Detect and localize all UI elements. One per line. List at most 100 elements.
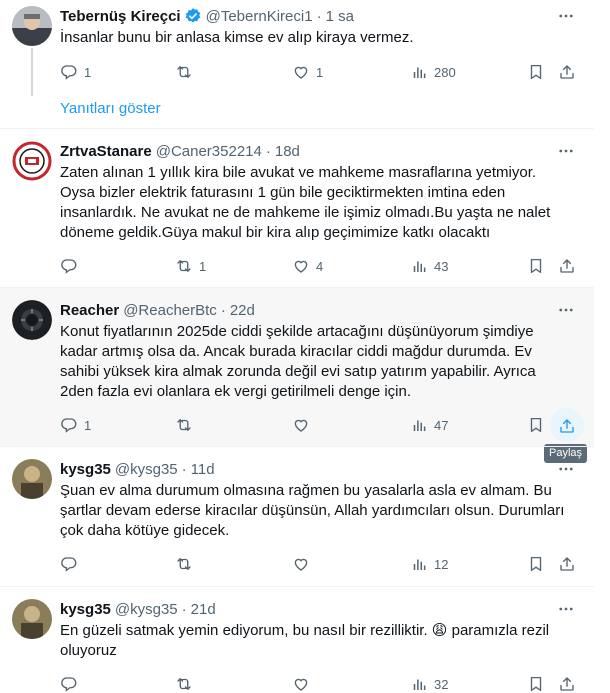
handle[interactable]: @kysg35 xyxy=(115,601,178,618)
separator-dot: · xyxy=(181,600,187,618)
view-count: 32 xyxy=(434,676,449,692)
more-options-icon[interactable] xyxy=(556,459,576,479)
handle[interactable]: @ReacherBtc xyxy=(123,302,217,319)
more-options-icon[interactable] xyxy=(556,300,576,320)
share-icon xyxy=(558,63,576,81)
timestamp[interactable]: 22d xyxy=(230,302,255,319)
retweet-icon xyxy=(175,257,193,275)
more-options-icon[interactable] xyxy=(556,6,576,26)
bookmark-button[interactable] xyxy=(527,415,545,435)
action-bar: 1 47 xyxy=(60,415,580,435)
like-button[interactable]: 4 xyxy=(292,256,323,276)
like-button[interactable] xyxy=(292,674,316,693)
bookmark-icon xyxy=(527,416,545,434)
avatar[interactable] xyxy=(12,459,52,499)
bookmark-icon xyxy=(527,675,545,693)
heart-icon xyxy=(292,257,310,275)
tweet-3[interactable]: Reacher @ReacherBtc · 22d Konut fiyatlar… xyxy=(0,288,594,446)
bookmark-button[interactable] xyxy=(527,62,545,82)
reply-button[interactable]: 1 xyxy=(60,62,91,82)
views-button[interactable]: 47 xyxy=(410,415,448,435)
heart-icon xyxy=(292,675,310,693)
share-button[interactable] xyxy=(558,256,576,276)
bookmark-button[interactable] xyxy=(527,674,545,693)
separator-dot: · xyxy=(316,7,322,25)
share-icon xyxy=(558,257,576,275)
heart-icon xyxy=(292,63,310,81)
verified-badge-icon xyxy=(185,8,200,23)
views-button[interactable]: 12 xyxy=(410,554,448,574)
tweet-1[interactable]: Tebernüş Kireçci @TebernKireci1 · 1 sa İ… xyxy=(0,0,594,128)
avatar[interactable] xyxy=(12,6,52,46)
views-button[interactable]: 280 xyxy=(410,62,456,82)
display-name[interactable]: ZrtvaStanare xyxy=(60,143,152,160)
bookmark-button[interactable] xyxy=(527,554,545,574)
bookmark-icon xyxy=(527,257,545,275)
retweet-button[interactable] xyxy=(175,554,199,574)
reply-icon xyxy=(60,675,78,693)
more-options-icon[interactable] xyxy=(556,141,576,161)
tweet-text: İnsanlar bunu bir anlasa kimse ev alıp k… xyxy=(60,29,414,46)
reply-button[interactable] xyxy=(60,256,84,276)
timestamp[interactable]: 1 sa xyxy=(326,8,354,25)
tweet-4[interactable]: kysg35 @kysg35 · 11d Şuan ev alma durumu… xyxy=(0,447,594,586)
display-name[interactable]: kysg35 xyxy=(60,461,111,478)
retweet-icon xyxy=(175,555,193,573)
view-count: 280 xyxy=(434,64,456,80)
handle[interactable]: @kysg35 xyxy=(115,461,178,478)
reply-icon xyxy=(60,63,78,81)
retweet-button[interactable]: 1 xyxy=(175,256,206,276)
retweet-button[interactable] xyxy=(175,674,199,693)
reply-button[interactable]: 1 xyxy=(60,415,91,435)
handle[interactable]: @TebernKireci1 xyxy=(206,8,313,25)
handle[interactable]: @Caner352214 xyxy=(156,143,262,160)
view-count: 47 xyxy=(434,417,449,433)
retweet-icon xyxy=(175,675,193,693)
timestamp[interactable]: 11d xyxy=(191,461,215,478)
like-count: 1 xyxy=(316,64,324,80)
reply-icon xyxy=(60,257,78,275)
views-button[interactable]: 43 xyxy=(410,256,448,276)
avatar[interactable] xyxy=(12,300,52,340)
bookmark-icon xyxy=(527,555,545,573)
heart-icon xyxy=(292,555,310,573)
like-button[interactable] xyxy=(292,415,316,435)
view-count: 43 xyxy=(434,258,449,274)
share-button-hovered[interactable] xyxy=(558,416,576,436)
action-bar: 32 xyxy=(60,674,580,693)
like-button[interactable] xyxy=(292,554,316,574)
share-button[interactable] xyxy=(558,62,576,82)
timestamp[interactable]: 18d xyxy=(275,143,300,160)
display-name[interactable]: kysg35 xyxy=(60,601,111,618)
like-button[interactable]: 1 xyxy=(292,62,323,82)
avatar[interactable] xyxy=(12,599,52,639)
action-bar: 12 xyxy=(60,554,580,574)
timestamp[interactable]: 21d xyxy=(191,601,216,618)
display-name[interactable]: Reacher xyxy=(60,302,119,319)
tweet-2[interactable]: ZrtvaStanare @Caner352214 · 18d Zaten al… xyxy=(0,129,594,287)
views-button[interactable]: 32 xyxy=(410,674,448,693)
tweet-5[interactable]: kysg35 @kysg35 · 21d En güzeli satmak ye… xyxy=(0,587,594,693)
scrollbar-track[interactable] xyxy=(594,0,610,693)
show-replies-link[interactable]: Yanıtları göster xyxy=(60,100,161,117)
more-options-icon[interactable] xyxy=(556,599,576,619)
retweet-button[interactable] xyxy=(175,415,199,435)
bookmark-button[interactable] xyxy=(527,256,545,276)
retweet-icon xyxy=(175,416,193,434)
view-count: 12 xyxy=(434,556,449,572)
share-button[interactable] xyxy=(558,674,576,693)
separator-dot: · xyxy=(181,460,187,478)
reply-button[interactable] xyxy=(60,674,84,693)
action-bar: 1 1 280 xyxy=(60,62,580,82)
avatar[interactable] xyxy=(12,141,52,181)
separator-dot: · xyxy=(220,301,226,319)
share-icon xyxy=(558,555,576,573)
reply-button[interactable] xyxy=(60,554,84,574)
retweet-button[interactable] xyxy=(175,62,199,82)
reply-icon xyxy=(60,416,78,434)
share-button[interactable] xyxy=(558,554,576,574)
display-name[interactable]: Tebernüş Kireçci xyxy=(60,8,181,25)
bookmark-icon xyxy=(527,63,545,81)
reply-count: 1 xyxy=(84,417,92,433)
views-icon xyxy=(410,63,428,81)
